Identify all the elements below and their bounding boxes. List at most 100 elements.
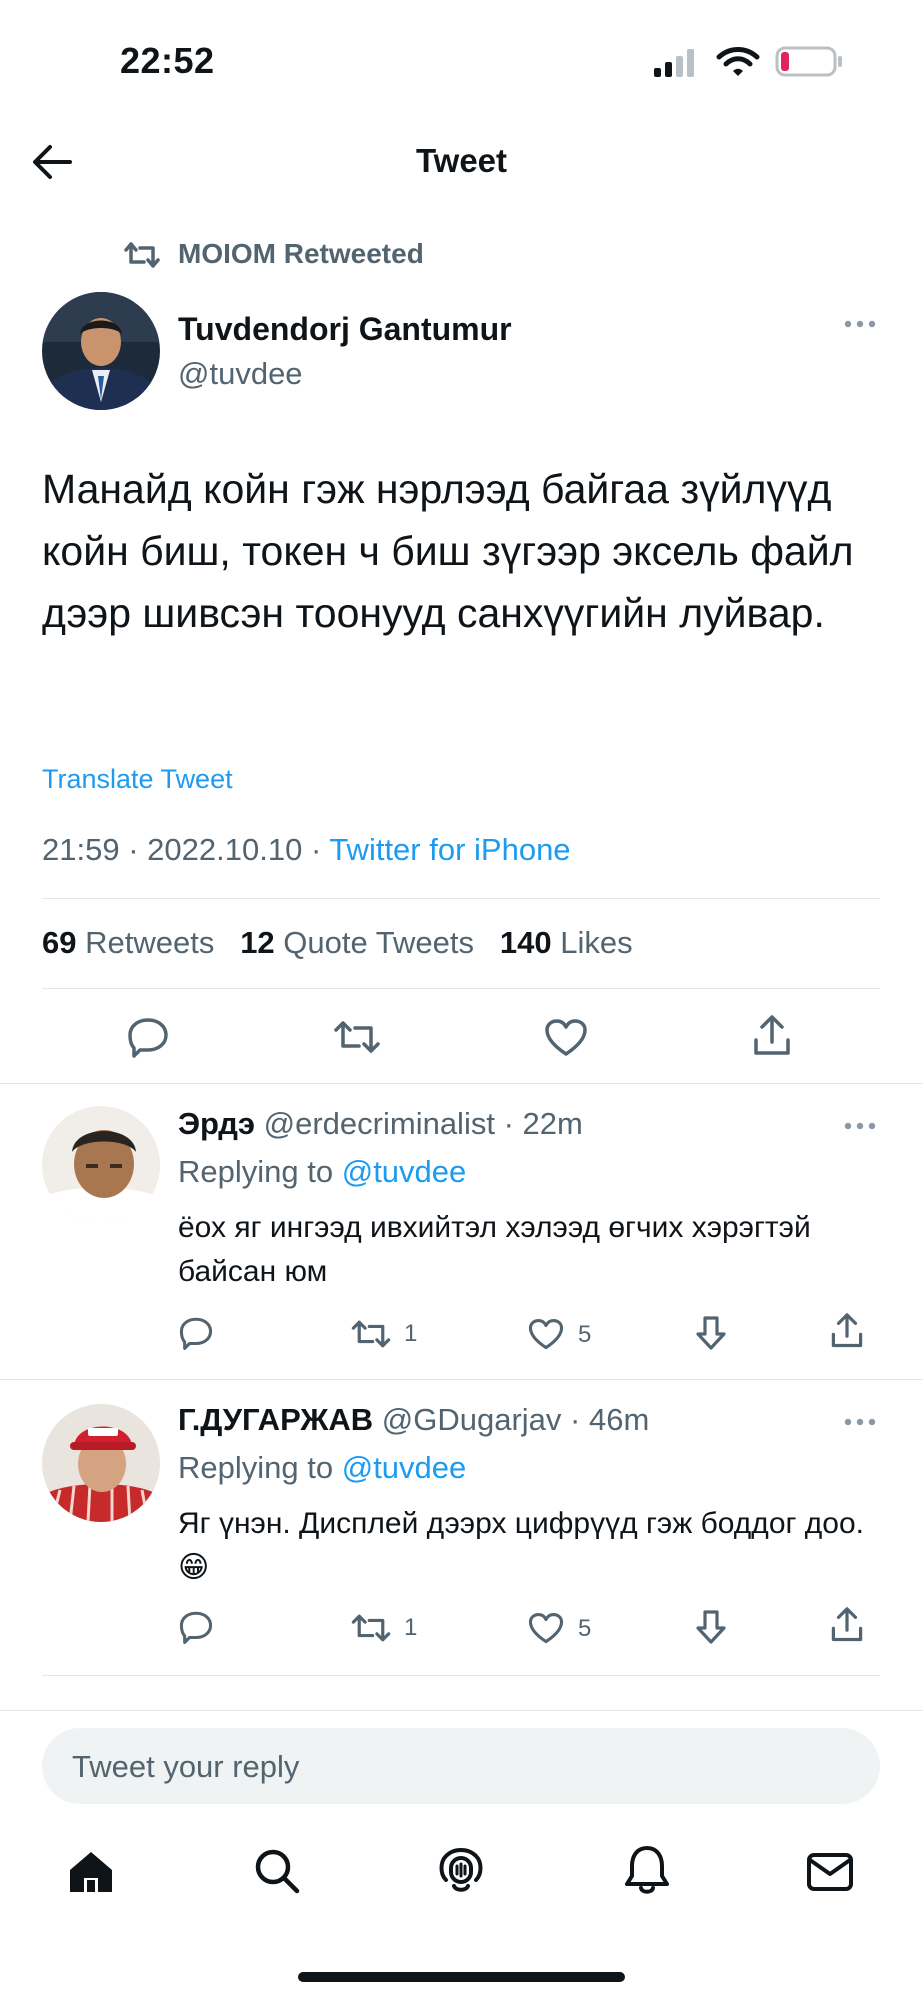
reply-item[interactable]: Эрдэ @erdecriminalist · 22m Replying to … [0,1084,923,1378]
share-icon [830,1606,864,1644]
reply-icon [178,1316,214,1350]
more-horizontal-icon [842,1416,878,1428]
quote-tweets-label: Quote Tweets [283,925,475,960]
reply-icon [178,1610,214,1644]
reply-avatar[interactable] [42,1404,160,1522]
share-button[interactable] [752,1014,792,1058]
tab-home[interactable] [66,1848,116,1896]
reply-composer[interactable] [42,1728,880,1806]
meta-separator: · [310,832,322,867]
quote-tweets-count: 12 [240,925,275,960]
downvote-icon [694,1608,728,1646]
divider [42,1675,880,1676]
tweet-stats: 69 Retweets 12 Quote Tweets 140 Likes [42,925,633,961]
downvote-icon [694,1314,728,1352]
reply-share-button[interactable] [830,1606,864,1644]
home-indicator[interactable] [298,1972,625,1982]
reply-retweet-button[interactable]: 1 [350,1612,417,1644]
retweet-icon [350,1318,392,1350]
meta-separator: · [128,832,139,867]
more-horizontal-icon [842,1120,878,1132]
search-icon [252,1846,302,1896]
replying-to-prefix: Replying to [178,1450,334,1485]
author-avatar[interactable] [42,292,160,410]
reply-share-button[interactable] [830,1312,864,1350]
reply-time-ago: 46m [588,1402,650,1437]
retweet-count: 1 [404,1614,418,1641]
likes-label: Likes [560,925,633,960]
replying-to-prefix: Replying to [178,1154,334,1189]
tweet-date: 2022.10.10 [147,832,303,867]
reply-author-handle[interactable]: @GDugarjav [382,1402,562,1437]
like-count: 5 [578,1614,592,1642]
reply-like-button[interactable]: 5 [528,1612,591,1645]
author-handle[interactable]: @tuvdee [178,356,303,392]
retweeted-by-label[interactable]: MOIOM Retweeted [178,238,424,270]
reply-input[interactable] [70,1728,834,1806]
tweet-meta: 21:59 · 2022.10.10 · Twitter for iPhone [42,832,571,868]
status-time: 22:52 [120,40,215,81]
retweets-stat[interactable]: 69 Retweets [42,925,214,960]
like-button[interactable] [544,1018,588,1058]
wifi-icon [716,45,760,79]
reply-text-body: Яг үнэн. Дисплей дээрх цифрүүд гэж боддо… [178,1507,864,1540]
replying-to: Replying to @tuvdee [178,1450,466,1486]
quote-tweets-stat[interactable]: 12 Quote Tweets [240,925,474,960]
retweet-icon [350,1612,392,1644]
reply-avatar[interactable] [42,1106,160,1224]
tweet-time: 21:59 [42,832,120,867]
retweet-icon [332,1018,382,1056]
reply-text: Яг үнэн. Дисплей дээрх цифрүүд гэж боддо… [178,1502,878,1590]
reply-button[interactable] [126,1016,170,1058]
page-title: Tweet [415,142,508,179]
tweet-text: Манайд койн гэж нэрлээд байгаа зүйлүүд к… [42,466,854,636]
reply-more-button[interactable] [842,1120,878,1132]
retweets-count: 69 [42,925,77,960]
tab-notifications[interactable] [624,1844,670,1896]
reply-icon [126,1016,170,1058]
heart-icon [528,1612,564,1645]
tab-messages[interactable] [806,1852,854,1892]
cellular-signal-icon [652,48,702,78]
heart-icon [528,1318,564,1351]
tweet-more-button[interactable] [842,318,878,330]
translate-tweet-link[interactable]: Translate Tweet [42,764,233,795]
replying-to-handle[interactable]: @tuvdee [342,1450,467,1485]
retweet-button[interactable] [332,1018,382,1056]
share-icon [752,1014,792,1058]
replying-to-handle[interactable]: @tuvdee [342,1154,467,1189]
reply-downvote-button[interactable] [694,1608,728,1646]
reply-text: ёох яг ингээд ивхийтэл хэлээд өгчих хэрэ… [178,1211,811,1288]
heart-icon [544,1018,588,1058]
tweet-source-link[interactable]: Twitter for iPhone [329,832,570,867]
retweet-count: 1 [404,1320,418,1347]
grinning-emoji: 😁 [178,1551,210,1584]
share-icon [830,1312,864,1350]
replying-to: Replying to @tuvdee [178,1154,466,1190]
reply-more-button[interactable] [842,1416,878,1428]
reply-item[interactable]: Г.ДУГАРЖАВ @GDugarjav · 46m Replying to … [0,1380,923,1674]
home-icon [66,1848,116,1896]
tab-search[interactable] [252,1846,302,1896]
tab-spaces[interactable] [436,1844,486,1898]
like-count: 5 [578,1320,592,1348]
reply-retweet-button[interactable]: 1 [350,1318,417,1350]
spaces-icon [436,1844,486,1898]
likes-stat[interactable]: 140 Likes [500,925,633,960]
reply-reply-button[interactable] [178,1316,214,1350]
divider [42,898,880,899]
reply-time-ago: 22m [522,1106,583,1141]
retweet-indicator-icon [122,240,162,270]
author-name[interactable]: Tuvdendorj Gantumur [178,311,512,348]
more-horizontal-icon [842,318,878,330]
reply-header: Эрдэ @erdecriminalist · 22m [178,1106,583,1141]
composer-top-border [0,1710,923,1711]
reply-header: Г.ДУГАРЖАВ @GDugarjav · 46m [178,1402,650,1437]
reply-like-button[interactable]: 5 [528,1318,591,1351]
reply-author-name[interactable]: Эрдэ [178,1106,255,1141]
reply-author-name[interactable]: Г.ДУГАРЖАВ [178,1402,373,1437]
reply-downvote-button[interactable] [694,1314,728,1352]
reply-author-handle[interactable]: @erdecriminalist [264,1106,495,1141]
reply-reply-button[interactable] [178,1610,214,1644]
likes-count: 140 [499,925,552,960]
